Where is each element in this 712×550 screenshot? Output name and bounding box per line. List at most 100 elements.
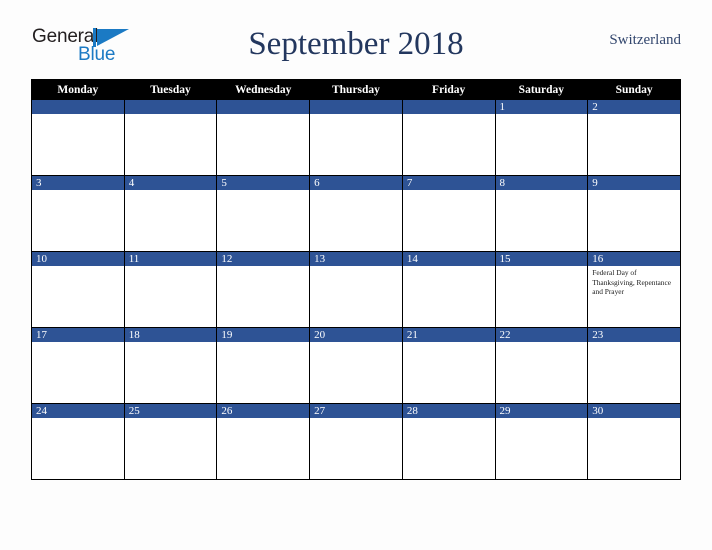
calendar-week-row: 10 11 12 13 14 15 16 Federal Day of Than… — [31, 251, 681, 328]
day-number: 19 — [217, 328, 310, 342]
day-event — [217, 342, 309, 344]
day-number: 15 — [495, 252, 588, 266]
day-event — [588, 190, 680, 192]
weekday-header-saturday: Saturday — [494, 79, 589, 100]
calendar-day-cell-holiday[interactable]: 16 Federal Day of Thanksgiving, Repentan… — [587, 251, 681, 328]
calendar-day-cell[interactable]: 15 — [494, 251, 589, 328]
day-event — [310, 418, 402, 420]
day-event — [32, 190, 124, 192]
day-event — [125, 342, 217, 344]
page-title: September 2018 — [248, 26, 464, 62]
day-number: 26 — [217, 404, 310, 418]
calendar-day-cell[interactable]: 4 — [123, 175, 218, 252]
calendar-day-cell[interactable]: 5 — [216, 175, 311, 252]
day-event — [588, 114, 680, 116]
day-event — [496, 418, 588, 420]
calendar-day-cell[interactable]: 24 — [31, 403, 125, 480]
calendar-day-cell[interactable]: 7 — [401, 175, 496, 252]
day-number: 13 — [310, 252, 402, 266]
day-number: 4 — [124, 176, 217, 190]
page-header: General Blue September 2018 Switzerland — [31, 22, 681, 74]
calendar-day-cell[interactable]: 6 — [309, 175, 403, 252]
calendar-day-cell[interactable]: 27 — [309, 403, 403, 480]
day-event — [32, 418, 124, 420]
calendar-day-cell[interactable]: 21 — [401, 327, 496, 404]
day-number: 23 — [588, 328, 680, 342]
day-number: 25 — [124, 404, 217, 418]
calendar-day-cell[interactable]: 8 — [494, 175, 589, 252]
day-event — [496, 342, 588, 344]
calendar-day-cell[interactable]: 18 — [123, 327, 218, 404]
calendar-week-row: 1 2 — [31, 99, 681, 176]
day-number: 30 — [588, 404, 680, 418]
day-number: 24 — [32, 404, 124, 418]
day-event — [310, 114, 402, 116]
day-number: 6 — [310, 176, 402, 190]
day-number: 5 — [217, 176, 310, 190]
day-event — [588, 342, 680, 344]
calendar-day-cell[interactable] — [31, 99, 125, 176]
day-number — [217, 100, 310, 114]
calendar-day-cell[interactable] — [309, 99, 403, 176]
weekday-header-monday: Monday — [31, 79, 125, 100]
calendar-day-cell[interactable]: 29 — [494, 403, 589, 480]
weekday-header-thursday: Thursday — [309, 79, 403, 100]
calendar-day-cell[interactable]: 2 — [587, 99, 681, 176]
day-event — [403, 114, 495, 116]
day-number: 21 — [402, 328, 495, 342]
calendar-day-cell[interactable] — [123, 99, 218, 176]
day-event — [496, 266, 588, 268]
day-number: 8 — [495, 176, 588, 190]
day-number: 1 — [495, 100, 588, 114]
day-number: 18 — [124, 328, 217, 342]
day-event — [310, 266, 402, 268]
day-event — [125, 266, 217, 268]
day-event — [125, 418, 217, 420]
calendar-day-cell[interactable]: 23 — [587, 327, 681, 404]
day-number: 16 — [588, 252, 680, 266]
calendar-day-cell[interactable] — [401, 99, 496, 176]
calendar-day-cell[interactable]: 10 — [31, 251, 125, 328]
day-event — [403, 266, 495, 268]
day-number — [124, 100, 217, 114]
calendar-day-cell[interactable]: 12 — [216, 251, 311, 328]
day-event — [217, 266, 309, 268]
calendar-day-cell[interactable]: 17 — [31, 327, 125, 404]
day-event — [403, 190, 495, 192]
day-event — [496, 114, 588, 116]
calendar-day-cell[interactable]: 19 — [216, 327, 311, 404]
day-event — [588, 418, 680, 420]
day-event: Federal Day of Thanksgiving, Repentance … — [592, 268, 672, 297]
day-event — [217, 418, 309, 420]
calendar-day-cell[interactable] — [216, 99, 311, 176]
calendar-day-cell[interactable]: 20 — [309, 327, 403, 404]
calendar-day-cell[interactable]: 28 — [401, 403, 496, 480]
calendar-day-cell[interactable]: 13 — [309, 251, 403, 328]
calendar-day-cell[interactable]: 14 — [401, 251, 496, 328]
weekday-header-tuesday: Tuesday — [123, 79, 218, 100]
day-number: 9 — [588, 176, 680, 190]
day-number: 10 — [32, 252, 124, 266]
day-event — [310, 190, 402, 192]
day-event — [32, 342, 124, 344]
calendar-day-cell[interactable]: 25 — [123, 403, 218, 480]
day-number: 14 — [402, 252, 495, 266]
country-label: Switzerland — [609, 32, 681, 48]
day-number — [310, 100, 402, 114]
calendar-day-cell[interactable]: 11 — [123, 251, 218, 328]
day-event — [217, 190, 309, 192]
calendar-day-cell[interactable]: 30 — [587, 403, 681, 480]
day-number: 7 — [402, 176, 495, 190]
calendar-day-cell[interactable]: 1 — [494, 99, 589, 176]
weekday-header-wednesday: Wednesday — [216, 79, 311, 100]
day-number — [32, 100, 124, 114]
weekday-header-friday: Friday — [401, 79, 496, 100]
day-number: 28 — [402, 404, 495, 418]
calendar-week-row: 17 18 19 20 21 22 23 — [31, 327, 681, 404]
calendar-day-cell[interactable]: 26 — [216, 403, 311, 480]
calendar-day-cell[interactable]: 3 — [31, 175, 125, 252]
calendar-day-cell[interactable]: 22 — [494, 327, 589, 404]
day-number: 22 — [495, 328, 588, 342]
calendar-day-cell[interactable]: 9 — [587, 175, 681, 252]
day-number: 20 — [310, 328, 402, 342]
